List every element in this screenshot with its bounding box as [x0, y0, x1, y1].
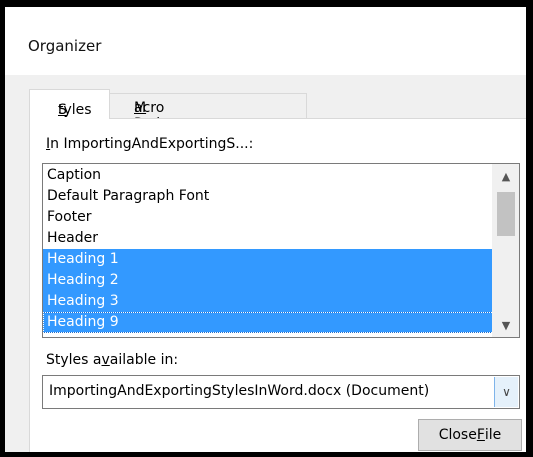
avail-label-pre: Styles a [46, 352, 102, 368]
styles-tab-panel: In ImportingAndExportingS...: Caption Def… [29, 118, 526, 452]
styles-available-label: Styles available in: [46, 352, 178, 368]
close-label-post: ile [484, 427, 502, 443]
tab-strip: Styles Macro Project Items [5, 75, 526, 148]
styles-available-in-select[interactable]: ImportingAndExportingStylesInWord.docx (… [42, 375, 520, 409]
list-item[interactable]: Heading 2 [43, 270, 494, 291]
close-file-button[interactable]: Close File [418, 419, 522, 451]
vertical-scrollbar[interactable]: ▲ ▼ [492, 164, 519, 337]
chevron-down-icon[interactable]: ∨ [494, 377, 518, 407]
close-label-pre: Close [438, 427, 477, 443]
in-label-post: n ImportingAndExportingS...: [50, 136, 254, 152]
list-item[interactable]: Caption [43, 165, 494, 186]
avail-label-accesskey: v [101, 352, 110, 368]
organizer-dialog: Organizer Styles Macro Project Items In … [5, 7, 526, 452]
list-item[interactable]: Footer [43, 207, 494, 228]
list-item[interactable]: Heading 3 [43, 291, 494, 312]
title-bar: Organizer [5, 7, 526, 75]
styles-list: Caption Default Paragraph Font Footer Heade… [43, 165, 494, 333]
tab-styles[interactable]: Styles [29, 89, 110, 119]
avail-label-post: ailable in: [109, 352, 179, 368]
chevron-down-icon[interactable]: ▼ [493, 315, 519, 335]
tab-macro-project-items[interactable]: Macro Project Items [109, 93, 307, 148]
list-item[interactable]: Header [43, 228, 494, 249]
styles-listbox[interactable]: Caption Default Paragraph Font Footer Heade… [42, 163, 520, 338]
tab-styles-label-post: tyles [58, 102, 92, 118]
styles-available-value: ImportingAndExportingStylesInWord.docx (… [49, 383, 430, 399]
list-item[interactable]: Default Paragraph Font [43, 186, 494, 207]
list-item[interactable]: Heading 9 [43, 312, 494, 333]
window-title: Organizer [28, 37, 102, 55]
in-document-label: In ImportingAndExportingS...: [46, 136, 253, 152]
chevron-up-icon[interactable]: ▲ [493, 166, 519, 186]
close-label-accesskey: F [476, 427, 485, 443]
list-item[interactable]: Heading 1 [43, 249, 494, 270]
scrollbar-thumb[interactable] [497, 192, 515, 236]
